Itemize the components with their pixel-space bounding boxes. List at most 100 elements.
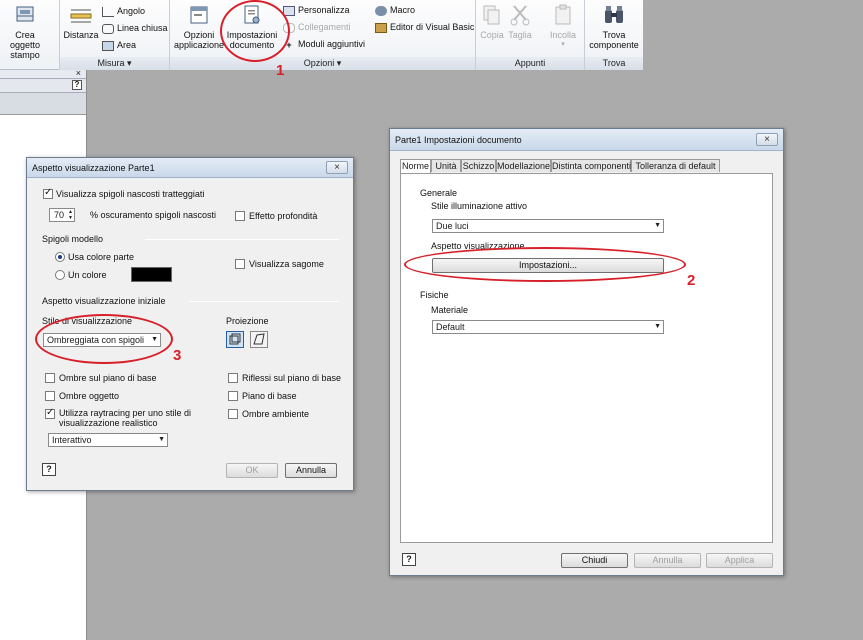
divider: [145, 239, 339, 240]
orthographic-projection-button[interactable]: [226, 331, 244, 348]
piano-base-label: Piano di base: [242, 391, 297, 401]
ribbon-group-trova: Trova componente Trova: [585, 0, 643, 70]
copia-label: Copia: [480, 30, 504, 40]
angolo-button[interactable]: Angolo: [102, 4, 145, 18]
materiale-dropdown[interactable]: Default ▼: [432, 320, 664, 334]
moduli-aggiuntivi-label: Moduli aggiuntivi: [298, 39, 366, 49]
ribbon: Crea oggetto stampo Distanza Angolo Line…: [0, 0, 643, 70]
close-icon: ×: [334, 162, 340, 173]
area-button[interactable]: Area: [102, 38, 136, 52]
opzioni-group-label[interactable]: Opzioni ▾: [170, 57, 475, 70]
incolla-button[interactable]: Incolla ▾: [546, 4, 580, 50]
taglia-button[interactable]: Taglia: [506, 4, 534, 40]
stile-illuminazione-dropdown[interactable]: Due luci ▼: [432, 219, 664, 233]
browser-toolbar: ?: [0, 79, 86, 93]
tab-modellazione[interactable]: Modellazione: [496, 159, 551, 172]
ok-button[interactable]: OK: [226, 463, 278, 478]
stile-illuminazione-value: Due luci: [436, 221, 469, 231]
distanza-label: Distanza: [63, 30, 99, 40]
perspective-projection-button[interactable]: [250, 331, 268, 348]
orthographic-icon: [229, 333, 241, 345]
oscuramento-value: 70: [54, 210, 65, 220]
tab-tolleranza-default[interactable]: Tolleranza di default: [631, 159, 720, 172]
ribbon-group-appunti: Copia Taglia Incolla ▾ Appunti: [476, 0, 585, 70]
effetto-profondita-label: Effetto profondità: [249, 211, 318, 221]
distanza-button[interactable]: Distanza: [62, 6, 100, 40]
raytracing-checkbox[interactable]: [45, 407, 55, 419]
linea-chiusa-label: Linea chiusa: [117, 23, 168, 33]
angle-icon: [102, 6, 114, 17]
raytracing-mode-dropdown[interactable]: Interattivo ▼: [48, 433, 168, 447]
tab-content-panel: Generale Stile illuminazione attivo Due …: [400, 173, 773, 543]
help-button[interactable]: ?: [402, 553, 416, 566]
help-icon: ?: [406, 554, 412, 564]
un-colore-radio[interactable]: [55, 270, 65, 280]
moduli-aggiuntivi-button[interactable]: + Moduli aggiuntivi: [283, 37, 365, 51]
tab-distinta-componenti[interactable]: Distinta componenti: [551, 159, 631, 172]
visualizza-sagome-label: Visualizza sagome: [249, 259, 324, 269]
tab-strip: Norme Unità Schizzo Modellazione Distint…: [400, 159, 780, 173]
chiudi-button[interactable]: Chiudi: [561, 553, 628, 568]
collegamenti-button[interactable]: Collegamenti: [283, 20, 351, 34]
help-button[interactable]: ?: [42, 463, 56, 476]
color-swatch-button[interactable]: [131, 267, 172, 282]
close-button[interactable]: ×: [326, 161, 348, 174]
ombre-oggetto-label: Ombre oggetto: [59, 391, 120, 401]
generale-heading: Generale: [420, 188, 458, 198]
tab-unita[interactable]: Unità: [431, 159, 461, 172]
applica-button[interactable]: Applica: [706, 553, 773, 568]
personalizza-button[interactable]: Personalizza: [283, 3, 350, 17]
trova-label: Trova componente: [589, 30, 639, 50]
macro-button[interactable]: Macro: [375, 3, 415, 17]
copia-button[interactable]: Copia: [478, 4, 506, 40]
linea-chiusa-button[interactable]: Linea chiusa: [102, 21, 168, 35]
visual-basic-button[interactable]: Editor di Visual Basic: [375, 20, 474, 34]
oscuramento-spinner[interactable]: 70 ▲ ▼: [49, 208, 75, 222]
annotation-number-3: 3: [173, 347, 182, 364]
ombre-piano-base-checkbox[interactable]: [45, 373, 55, 383]
piano-base-checkbox[interactable]: [228, 391, 238, 401]
materiale-value: Default: [436, 322, 465, 332]
oscuramento-label: % oscuramento spigoli nascosti: [90, 210, 217, 220]
divider: [549, 295, 727, 296]
collegamenti-label: Collegamenti: [298, 22, 351, 32]
close-button[interactable]: ×: [756, 133, 778, 146]
annulla-button[interactable]: Annulla: [285, 463, 337, 478]
ombre-oggetto-checkbox[interactable]: [45, 391, 55, 401]
dialog-title-text: Parte1 Impostazioni documento: [395, 135, 522, 145]
annotation-number-2: 2: [687, 272, 696, 289]
opzioni-applicazione-button[interactable]: Opzioni applicazione: [173, 4, 225, 50]
visualizza-sagome-checkbox[interactable]: [235, 259, 245, 269]
application-options-icon: [190, 6, 208, 24]
ombre-ambiente-checkbox[interactable]: [228, 409, 238, 419]
proiezione-label: Proiezione: [226, 316, 269, 326]
spigoli-nascosti-checkbox[interactable]: [43, 187, 53, 199]
tab-norme[interactable]: Norme: [400, 159, 431, 173]
crea-oggetto-stampo-button[interactable]: Crea oggetto stampo: [0, 4, 56, 60]
trova-componente-button[interactable]: Trova componente: [585, 4, 643, 50]
spigoli-modello-heading: Spigoli modello: [42, 234, 104, 244]
angolo-label: Angolo: [117, 6, 146, 16]
ribbon-group-misura: Distanza Angolo Linea chiusa Area Misura…: [60, 0, 170, 70]
help-icon[interactable]: ?: [72, 80, 82, 90]
un-colore-label: Un colore: [68, 270, 107, 280]
copy-icon: [483, 5, 500, 25]
effetto-profondita-checkbox[interactable]: [235, 211, 245, 221]
riflessi-checkbox[interactable]: [228, 373, 238, 383]
chevron-down-icon: ▼: [158, 436, 165, 443]
close-icon[interactable]: ×: [76, 68, 81, 78]
clipboard-icon: [555, 4, 571, 25]
impostazioni-documento-dialog: Parte1 Impostazioni documento × Norme Un…: [389, 128, 784, 576]
dialog-title-text: Aspetto visualizzazione Parte1: [32, 163, 155, 173]
area-label: Area: [117, 40, 137, 50]
usa-colore-parte-radio[interactable]: [55, 252, 65, 262]
browser-titlebar: ×: [0, 68, 86, 79]
ribbon-group-stampo: Crea oggetto stampo: [0, 0, 60, 70]
macro-icon: [375, 5, 387, 16]
materiale-label: Materiale: [431, 305, 469, 315]
browser-header: [0, 93, 86, 115]
help-icon: ?: [46, 464, 52, 474]
annulla-button[interactable]: Annulla: [634, 553, 701, 568]
tab-schizzo[interactable]: Schizzo: [461, 159, 496, 172]
annotation-oval-2: [404, 247, 686, 282]
